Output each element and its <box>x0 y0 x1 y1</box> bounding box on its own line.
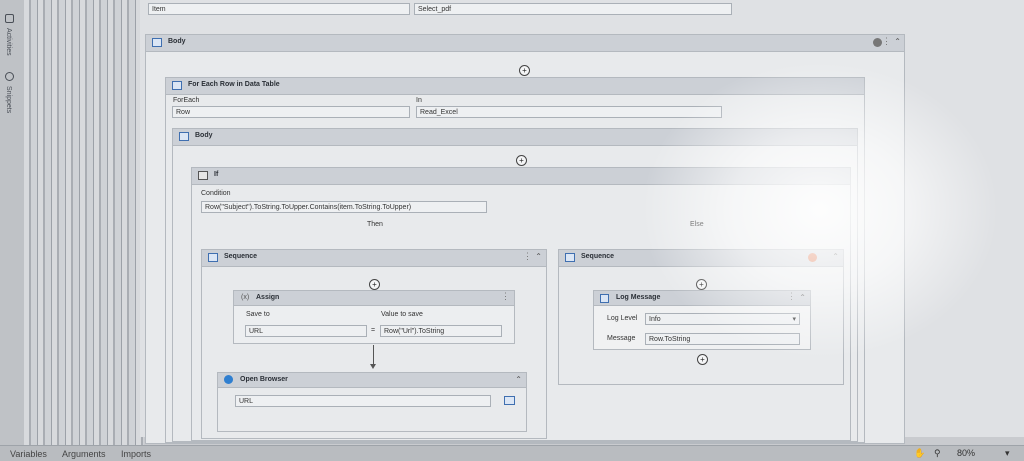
save-to-field[interactable]: URL <box>245 325 367 337</box>
collapse-icon[interactable]: ⌃ <box>535 252 542 261</box>
status-bar: Variables Arguments Imports ✋ ⚲ 80% ▾ <box>0 445 1024 461</box>
body-outer-header[interactable]: Body ⋮ ⌃ <box>146 35 904 52</box>
more-icon[interactable]: ⋮ <box>523 251 532 262</box>
window-stripes <box>24 0 144 445</box>
sequence-icon <box>565 253 575 262</box>
browser-picker-icon[interactable] <box>504 396 515 405</box>
then-sequence-title: Sequence <box>224 253 258 260</box>
message-field[interactable]: Row.ToString <box>645 333 800 345</box>
log-level-label: Log Level <box>607 315 638 322</box>
sequence-icon <box>179 132 189 141</box>
else-sequence-header[interactable]: Sequence ⌃ <box>559 250 843 267</box>
zoom-level[interactable]: 80% <box>957 448 975 458</box>
chevron-down-icon[interactable]: ▾ <box>792 314 796 324</box>
then-sequence-panel[interactable]: Sequence ⋮ ⌃ + (x) Assign ⋮ Save to Valu… <box>201 249 547 439</box>
equals-sign: = <box>371 327 376 334</box>
add-activity-button[interactable]: + <box>516 155 527 166</box>
more-icon[interactable]: ⋮ <box>501 291 510 302</box>
log-message-title: Log Message <box>616 294 661 301</box>
add-activity-button[interactable]: + <box>369 279 380 290</box>
add-activity-button[interactable]: + <box>519 65 530 76</box>
in-field[interactable]: Read_Excel <box>416 106 722 118</box>
value-to-save-label: Value to save <box>381 311 423 318</box>
open-browser-title: Open Browser <box>240 376 288 383</box>
if-panel[interactable]: If Condition Row("Subject").ToString.ToU… <box>191 167 851 441</box>
for-each-icon <box>172 81 182 90</box>
globe-icon <box>224 375 233 384</box>
sequence-icon <box>208 253 218 262</box>
else-label: Else <box>690 221 704 228</box>
left-rail: Activities Snippets <box>0 0 25 445</box>
foreach-field[interactable]: Row <box>172 106 410 118</box>
open-browser-activity[interactable]: Open Browser ⌃ URL <box>217 372 527 432</box>
add-activity-button[interactable]: + <box>697 354 708 365</box>
sequence-icon <box>152 38 162 47</box>
snippets-tab-label: Snippets <box>5 86 12 114</box>
body-inner-title: Body <box>195 132 213 139</box>
for-each-panel[interactable]: For Each Row in Data Table ForEach Row I… <box>165 77 865 443</box>
browser-url-field[interactable]: URL <box>235 395 491 407</box>
add-activity-button[interactable]: + <box>696 279 707 290</box>
log-message-icon <box>600 294 609 303</box>
log-message-activity[interactable]: Log Message ⋮ ⌃ Log Level Info ▾ Message… <box>593 290 811 350</box>
designer-canvas[interactable]: Item Select_pdf Body ⋮ ⌃ + For Each Row … <box>140 0 1024 444</box>
if-header[interactable]: If <box>192 168 850 185</box>
collapse-icon[interactable]: ⌃ <box>894 37 901 46</box>
in-label: In <box>416 97 422 104</box>
if-title: If <box>214 171 219 178</box>
body-inner-panel[interactable]: Body + If Condition Row("Subject").ToStr… <box>172 128 858 442</box>
open-browser-header[interactable]: Open Browser ⌃ <box>218 373 526 388</box>
more-icon[interactable]: ⋮ <box>882 36 891 47</box>
log-level-select[interactable]: Info ▾ <box>645 313 800 325</box>
then-label: Then <box>367 221 383 228</box>
condition-label: Condition <box>201 190 231 197</box>
value-to-save-field[interactable]: Row("Url").ToString <box>380 325 502 337</box>
collapse-icon[interactable]: ⌃ <box>832 252 839 261</box>
variables-tab[interactable]: Variables <box>10 449 47 459</box>
condition-field[interactable]: Row("Subject").ToString.ToUpper.Contains… <box>201 201 487 213</box>
else-sequence-title: Sequence <box>581 253 615 260</box>
pan-icon[interactable]: ✋ <box>914 448 925 459</box>
assign-header[interactable]: (x) Assign ⋮ <box>234 291 514 306</box>
assign-activity[interactable]: (x) Assign ⋮ Save to Value to save URL =… <box>233 290 515 344</box>
item-field[interactable]: Item <box>148 3 410 15</box>
more-icon[interactable]: ⋮ <box>787 291 796 302</box>
status-icon <box>873 38 882 47</box>
imports-tab[interactable]: Imports <box>121 449 151 459</box>
flow-arrow-icon <box>370 364 376 369</box>
search-icon[interactable]: ⚲ <box>934 448 941 459</box>
log-message-header[interactable]: Log Message ⋮ ⌃ <box>594 291 810 306</box>
activities-icon <box>5 14 14 23</box>
for-each-header[interactable]: For Each Row in Data Table <box>166 78 864 95</box>
for-each-title: For Each Row in Data Table <box>188 81 280 88</box>
activities-tab-label: Activities <box>5 28 12 56</box>
collapse-icon[interactable]: ⌃ <box>799 293 806 302</box>
arguments-tab[interactable]: Arguments <box>62 449 106 459</box>
zoom-dropdown-icon[interactable]: ▾ <box>1005 448 1010 459</box>
log-level-value: Info <box>649 316 661 323</box>
if-icon <box>198 171 208 180</box>
save-to-label: Save to <box>246 311 270 318</box>
body-outer-title: Body <box>168 38 186 45</box>
body-outer-panel[interactable]: Body ⋮ ⌃ + For Each Row in Data Table Fo… <box>145 34 905 444</box>
assign-title: Assign <box>256 294 280 301</box>
assign-icon: (x) <box>241 294 250 301</box>
else-sequence-panel[interactable]: Sequence ⌃ + Log Message ⋮ ⌃ Log Level I… <box>558 249 844 385</box>
body-inner-header[interactable]: Body <box>173 129 857 146</box>
snippets-icon <box>5 72 14 81</box>
collapse-icon[interactable]: ⌃ <box>515 375 522 384</box>
message-label: Message <box>607 335 636 342</box>
select-pdf-field[interactable]: Select_pdf <box>414 3 732 15</box>
warning-icon <box>808 253 817 262</box>
foreach-label: ForEach <box>173 97 200 104</box>
then-sequence-header[interactable]: Sequence ⋮ ⌃ <box>202 250 546 267</box>
